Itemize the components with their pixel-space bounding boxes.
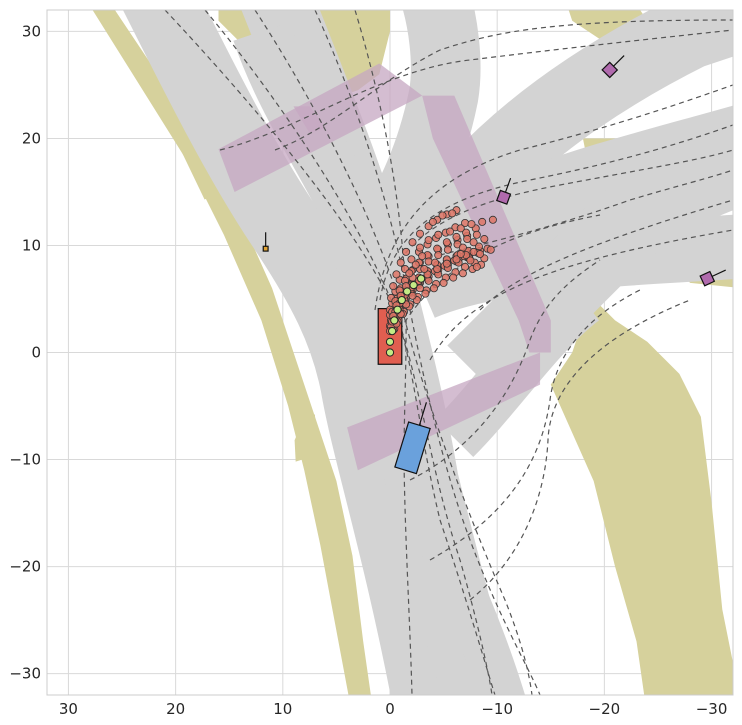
object-box xyxy=(262,245,269,252)
planned-point xyxy=(397,295,406,305)
sample-point xyxy=(466,256,475,265)
sample-point xyxy=(488,215,497,224)
sample-point xyxy=(418,252,427,261)
sample-point xyxy=(434,251,443,260)
sample-point xyxy=(467,220,476,229)
x-tick-label: 20 xyxy=(166,700,185,718)
x-tick-label: −30 xyxy=(696,700,728,718)
planned-point xyxy=(393,305,402,314)
y-tick-label: −10 xyxy=(9,451,41,469)
y-tick-label: 20 xyxy=(22,129,41,147)
sample-point xyxy=(431,258,440,267)
sample-point xyxy=(421,289,430,298)
sample-point xyxy=(392,270,401,279)
sample-point xyxy=(480,235,489,244)
planned-point xyxy=(409,280,418,290)
x-tick-label: 0 xyxy=(385,700,395,718)
sample-point xyxy=(433,244,442,253)
chart-canvas: 30 20 10 0 −10 −20 −30 30 20 10 0 −10 −20 −30 xyxy=(9,9,734,718)
sample-point xyxy=(478,217,487,226)
sample-point xyxy=(424,257,433,266)
sample-point xyxy=(389,282,398,291)
sample-point xyxy=(416,229,425,238)
y-tick-label: −30 xyxy=(9,665,41,683)
sample-point xyxy=(476,250,485,259)
sample-point xyxy=(458,269,467,278)
x-tick-label: 10 xyxy=(273,700,292,718)
sample-point xyxy=(449,273,458,282)
planned-point xyxy=(388,326,397,336)
x-tick-label: −10 xyxy=(481,700,513,718)
sample-point xyxy=(446,227,455,236)
sample-point xyxy=(405,269,414,278)
sample-point xyxy=(434,230,443,239)
sample-point xyxy=(443,245,452,254)
sample-point xyxy=(486,245,495,254)
sample-point xyxy=(439,278,448,287)
sample-point xyxy=(456,224,465,233)
planned-point xyxy=(390,316,399,325)
sample-point xyxy=(442,238,451,247)
x-tick-label: 30 xyxy=(59,700,78,718)
x-tick-label: −20 xyxy=(589,700,621,718)
sample-point xyxy=(456,250,465,259)
sample-point xyxy=(452,232,461,241)
sample-point xyxy=(420,265,429,274)
planned-point xyxy=(416,274,426,283)
planned-point xyxy=(385,337,395,346)
sample-point xyxy=(448,209,457,218)
y-tick-label: −20 xyxy=(9,558,41,576)
planned-point xyxy=(403,287,412,296)
sample-point xyxy=(396,258,405,267)
sample-point xyxy=(408,238,417,247)
y-tick-label: 30 xyxy=(22,22,41,40)
y-tick-label: 10 xyxy=(22,236,41,254)
sample-point xyxy=(472,230,481,239)
y-tick-label: 0 xyxy=(31,344,41,362)
sample-point xyxy=(442,259,451,268)
planned-point xyxy=(385,348,395,357)
sample-point xyxy=(472,262,481,271)
sample-point xyxy=(411,260,420,269)
sample-point xyxy=(424,276,433,285)
sample-point xyxy=(428,217,437,226)
sample-point xyxy=(429,284,438,293)
sample-point xyxy=(402,247,411,256)
sample-point xyxy=(416,243,425,252)
sample-point xyxy=(469,238,478,247)
sample-point xyxy=(424,236,433,245)
sample-point xyxy=(438,211,447,220)
